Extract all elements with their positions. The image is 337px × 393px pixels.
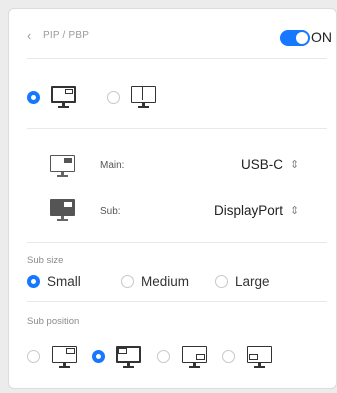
- toggle-state-label: ON: [311, 29, 332, 45]
- size-small-label[interactable]: Small: [47, 274, 81, 289]
- size-medium-label[interactable]: Medium: [141, 274, 189, 289]
- pip-mode-icon[interactable]: [51, 86, 76, 108]
- position-bottom-left-radio[interactable]: [222, 350, 235, 363]
- divider: [27, 128, 327, 129]
- mode-pbp-radio[interactable]: [107, 91, 120, 104]
- size-medium-radio[interactable]: [121, 275, 134, 288]
- position-top-left-radio[interactable]: [92, 350, 105, 363]
- main-source-value[interactable]: USB-C: [189, 157, 283, 172]
- position-bottom-left-icon[interactable]: [247, 346, 272, 368]
- chevron-left-icon[interactable]: ‹: [27, 29, 39, 43]
- size-small-radio[interactable]: [27, 275, 40, 288]
- divider: [27, 301, 327, 302]
- updown-arrows-icon[interactable]: ⇕: [290, 160, 299, 171]
- sub-source-icon: [50, 199, 75, 221]
- pbp-mode-icon[interactable]: [131, 86, 156, 108]
- position-bottom-right-icon[interactable]: [182, 346, 207, 368]
- toggle-knob: [296, 32, 308, 44]
- pip-toggle[interactable]: [280, 30, 310, 46]
- main-source-icon: [50, 155, 75, 177]
- sub-position-label: Sub position: [27, 316, 80, 327]
- position-top-left-icon[interactable]: [116, 346, 141, 368]
- position-top-right-radio[interactable]: [27, 350, 40, 363]
- divider: [27, 242, 327, 243]
- updown-arrows-icon[interactable]: ⇕: [290, 206, 299, 217]
- position-bottom-right-radio[interactable]: [157, 350, 170, 363]
- sub-size-label: Sub size: [27, 255, 64, 266]
- sub-source-value[interactable]: DisplayPort: [169, 203, 283, 218]
- main-source-label: Main:: [100, 160, 125, 171]
- panel-header: ‹ PIP / PBP ON: [9, 9, 336, 65]
- size-large-label[interactable]: Large: [235, 274, 270, 289]
- pip-pbp-panel: ‹ PIP / PBP ON Main: USB-C ⇕ Sub: Displa…: [8, 8, 337, 389]
- sub-source-label: Sub:: [100, 206, 121, 217]
- position-top-right-icon[interactable]: [52, 346, 77, 368]
- size-large-radio[interactable]: [215, 275, 228, 288]
- divider: [27, 58, 327, 59]
- mode-pip-radio[interactable]: [27, 91, 40, 104]
- breadcrumb: PIP / PBP: [43, 30, 90, 41]
